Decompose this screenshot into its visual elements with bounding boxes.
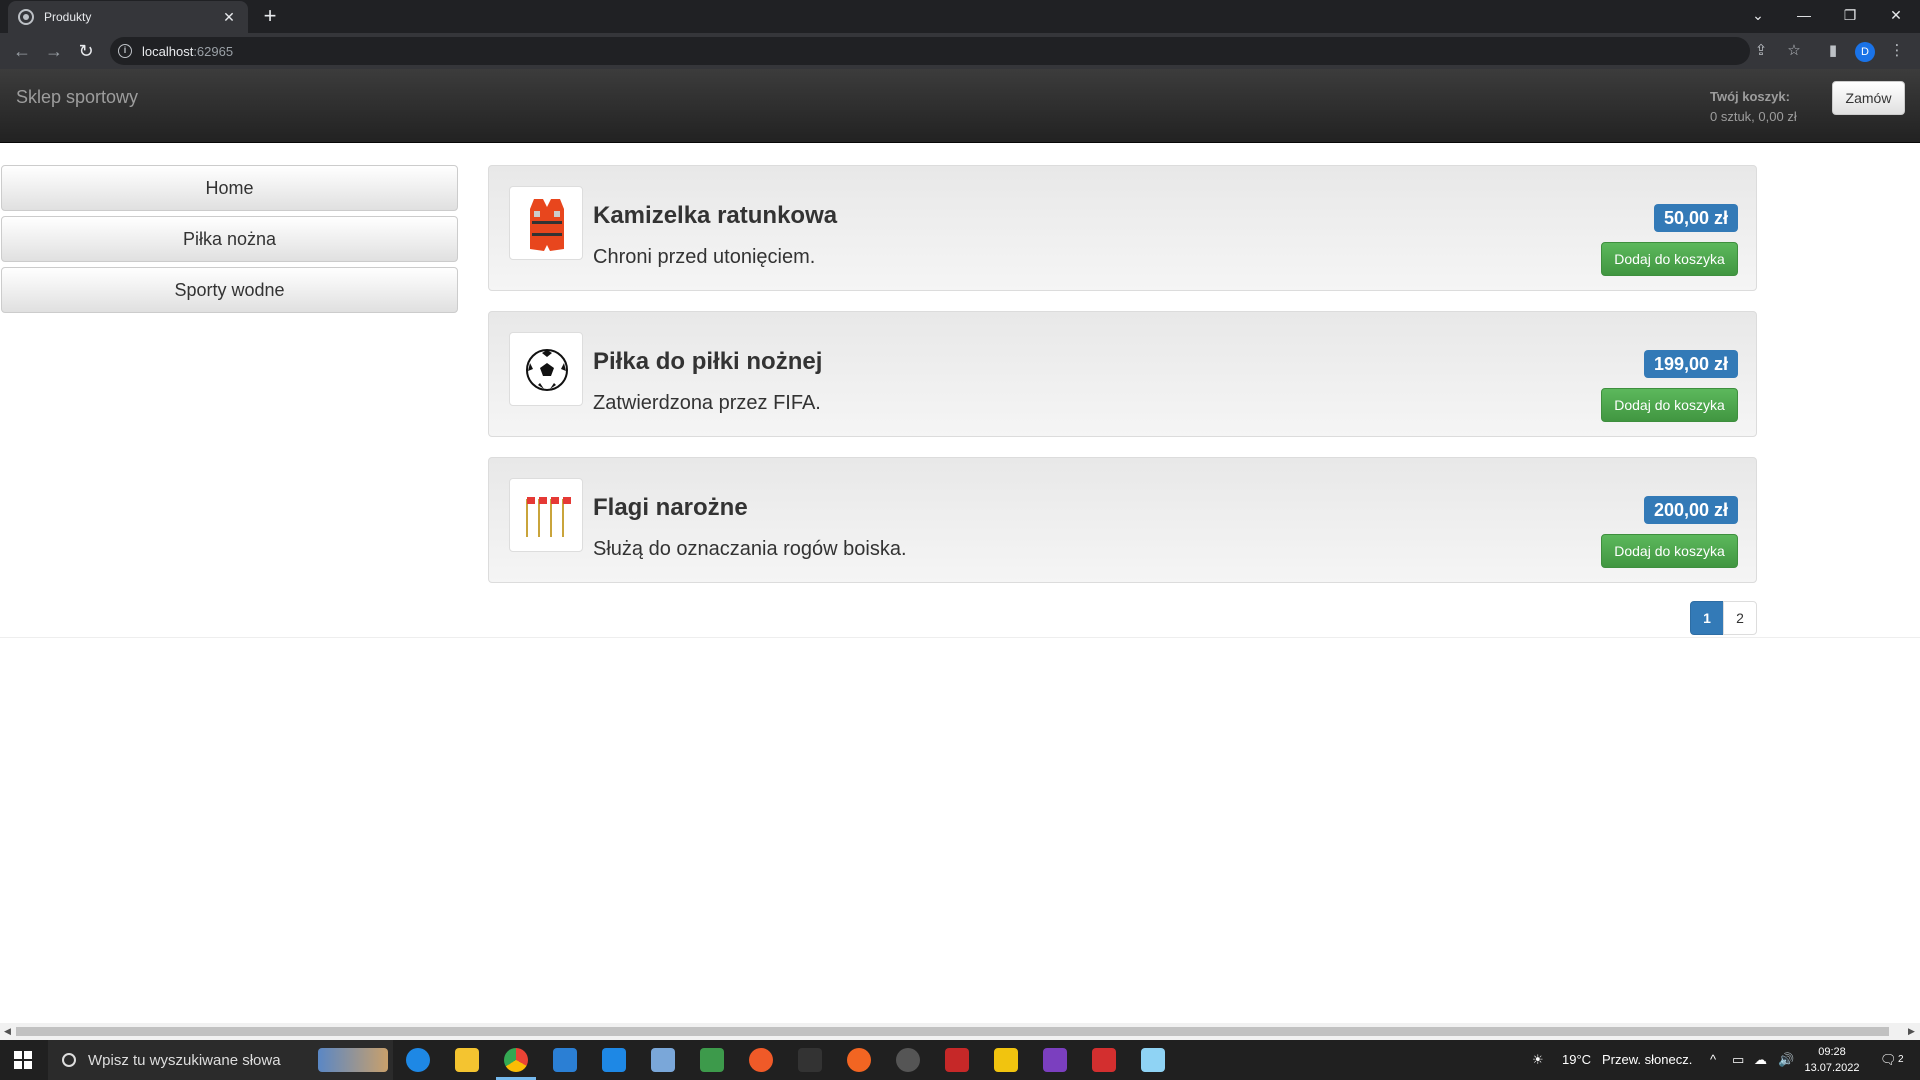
restore-icon[interactable]: ❐ bbox=[1827, 0, 1873, 30]
pagination: 1 2 bbox=[1690, 601, 1757, 635]
browser-tab[interactable]: Produkty ✕ bbox=[8, 1, 248, 33]
menu-kebab-icon[interactable]: ⋮ bbox=[1886, 40, 1908, 62]
soccer-ball-icon bbox=[509, 332, 583, 406]
chrome-icon[interactable] bbox=[504, 1048, 528, 1072]
clock-date: 13.07.2022 bbox=[1804, 1062, 1860, 1074]
price-badge: 199,00 zł bbox=[1643, 350, 1738, 378]
cart-summary: 0 sztuk, 0,00 zł bbox=[1710, 109, 1797, 124]
side-panel-icon[interactable]: ▮ bbox=[1822, 40, 1844, 62]
scroll-right-icon[interactable]: ▶ bbox=[1908, 1026, 1915, 1037]
search-icon bbox=[62, 1053, 76, 1067]
weather-icon[interactable]: ☀ bbox=[1532, 1040, 1544, 1080]
corner-flags-icon bbox=[509, 478, 583, 552]
address-toolbar: ← → ↻ i localhost :62965 ⇪ ☆ ▮ D ⋮ bbox=[0, 33, 1920, 69]
share-icon[interactable]: ⇪ bbox=[1750, 40, 1772, 62]
notification-count: 2 bbox=[1898, 1054, 1904, 1065]
category-football[interactable]: Piłka nożna bbox=[1, 216, 458, 262]
weather-temp[interactable]: 19°C bbox=[1562, 1040, 1591, 1080]
clock[interactable]: 09:28 13.07.2022 bbox=[1800, 1044, 1864, 1076]
close-window-icon[interactable]: ✕ bbox=[1873, 0, 1919, 30]
shop-navbar: Sklep sportowy Twój koszyk: 0 sztuk, 0,0… bbox=[0, 69, 1920, 143]
product-card: Piłka do piłki nożnej Zatwierdzona przez… bbox=[488, 311, 1757, 437]
bookmark-star-icon[interactable]: ☆ bbox=[1783, 40, 1805, 62]
tab-close-icon[interactable]: ✕ bbox=[220, 9, 238, 26]
volume-icon[interactable]: 🔊 bbox=[1778, 1040, 1794, 1080]
back-icon[interactable]: ← bbox=[10, 39, 34, 63]
product-description: Zatwierdzona przez FIFA. bbox=[593, 392, 821, 414]
mail-icon[interactable] bbox=[602, 1048, 626, 1072]
url-port: :62965 bbox=[193, 43, 234, 59]
product-card: Kamizelka ratunkowa Chroni przed utonięc… bbox=[488, 165, 1757, 291]
category-home[interactable]: Home bbox=[1, 165, 458, 211]
forward-icon[interactable]: → bbox=[42, 39, 66, 63]
store-icon[interactable] bbox=[553, 1048, 577, 1072]
product-description: Chroni przed utonięciem. bbox=[593, 246, 816, 268]
profile-avatar[interactable]: D bbox=[1855, 42, 1875, 62]
product-description: Służą do oznaczania rogów boiska. bbox=[593, 538, 907, 560]
clock-time: 09:28 bbox=[1818, 1046, 1846, 1058]
media-app-icon[interactable] bbox=[945, 1048, 969, 1072]
add-to-cart-button[interactable]: Dodaj do koszyka bbox=[1601, 388, 1738, 422]
search-highlight-icon[interactable] bbox=[318, 1048, 388, 1072]
file-explorer-icon[interactable] bbox=[455, 1048, 479, 1072]
product-name: Flagi narożne bbox=[593, 494, 748, 521]
globe-icon bbox=[18, 9, 34, 25]
horizontal-scrollbar[interactable]: ◀ ▶ bbox=[0, 1023, 1920, 1040]
browser-tab-bar: Produkty ✕ + ⌄ — ❐ ✕ bbox=[0, 0, 1920, 33]
app-icon[interactable] bbox=[847, 1048, 871, 1072]
product-name: Piłka do piłki nożnej bbox=[593, 348, 823, 375]
scroll-left-icon[interactable]: ◀ bbox=[4, 1026, 11, 1037]
notifications-icon[interactable]: 🗨 bbox=[1880, 1040, 1897, 1080]
product-card: Flagi narożne Służą do oznaczania rogów … bbox=[488, 457, 1757, 583]
tray-chevron-icon[interactable]: ^ bbox=[1710, 1040, 1716, 1080]
spreadsheet-app-icon[interactable] bbox=[700, 1048, 724, 1072]
price-badge: 50,00 zł bbox=[1653, 204, 1738, 232]
taskbar-search-placeholder: Wpisz tu wyszukiwane słowa bbox=[88, 1051, 281, 1069]
product-name: Kamizelka ratunkowa bbox=[593, 202, 838, 229]
epic-games-icon[interactable] bbox=[798, 1048, 822, 1072]
box-app-icon[interactable] bbox=[651, 1048, 675, 1072]
new-tab-button[interactable]: + bbox=[258, 4, 282, 28]
edge-icon[interactable] bbox=[406, 1048, 430, 1072]
origin-icon[interactable] bbox=[749, 1048, 773, 1072]
cart-title: Twój koszyk: bbox=[1710, 89, 1790, 104]
tab-search-icon[interactable]: ⌄ bbox=[1735, 0, 1781, 30]
visual-studio-icon[interactable] bbox=[1043, 1048, 1067, 1072]
meet-now-icon[interactable]: ▭ bbox=[1732, 1040, 1744, 1080]
reload-icon[interactable]: ↻ bbox=[74, 39, 98, 63]
notepad-icon[interactable] bbox=[1141, 1048, 1165, 1072]
onedrive-icon[interactable]: ☁ bbox=[1754, 1040, 1767, 1080]
add-to-cart-button[interactable]: Dodaj do koszyka bbox=[1601, 534, 1738, 568]
acrobat-icon[interactable] bbox=[1092, 1048, 1116, 1072]
git-icon[interactable] bbox=[994, 1048, 1018, 1072]
order-button[interactable]: Zamów bbox=[1832, 81, 1905, 115]
page-link-1[interactable]: 1 bbox=[1690, 601, 1724, 635]
page-link-2[interactable]: 2 bbox=[1723, 601, 1757, 635]
windows-start-icon[interactable] bbox=[14, 1051, 32, 1069]
life-vest-icon bbox=[509, 186, 583, 260]
category-sidebar: Home Piłka nożna Sporty wodne bbox=[1, 165, 458, 318]
taskbar: Wpisz tu wyszukiwane słowa ☀ 19°C Przew.… bbox=[0, 1040, 1920, 1080]
category-water-sports[interactable]: Sporty wodne bbox=[1, 267, 458, 313]
divider bbox=[0, 637, 1920, 638]
address-bar[interactable]: i localhost :62965 bbox=[110, 37, 1750, 65]
minimize-icon[interactable]: — bbox=[1781, 0, 1827, 30]
add-to-cart-button[interactable]: Dodaj do koszyka bbox=[1601, 242, 1738, 276]
url-host: localhost bbox=[142, 43, 194, 59]
scrollbar-thumb[interactable] bbox=[16, 1027, 1889, 1036]
weather-text[interactable]: Przew. słonecz. bbox=[1602, 1040, 1692, 1080]
obs-icon[interactable] bbox=[896, 1048, 920, 1072]
price-badge: 200,00 zł bbox=[1643, 496, 1738, 524]
site-info-icon[interactable]: i bbox=[118, 44, 132, 58]
tab-title: Produkty bbox=[44, 10, 92, 24]
shop-brand[interactable]: Sklep sportowy bbox=[16, 87, 138, 108]
